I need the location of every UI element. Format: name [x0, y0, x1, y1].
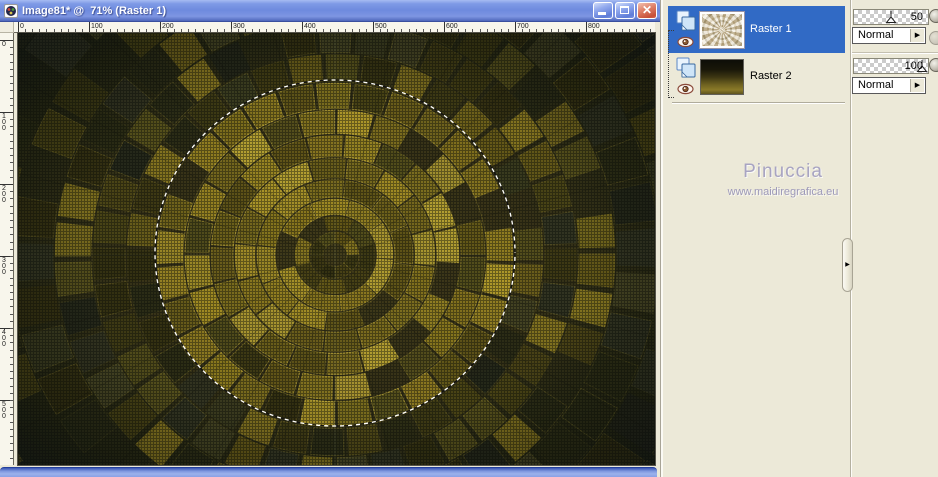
layer-group-bracket [668, 30, 674, 98]
minimize-icon [598, 12, 606, 15]
background-window-titlebar[interactable] [0, 467, 657, 477]
mosaic-artwork [18, 33, 655, 465]
dropdown-arrow-button[interactable]: ▶ [910, 29, 924, 42]
blend-mode-value: Normal [858, 79, 894, 91]
panel-collapse-handle[interactable]: ▶ [842, 238, 853, 292]
vertical-ruler[interactable]: 0100200300400500 [0, 33, 14, 465]
raster-layer-icon [676, 10, 696, 31]
blend-mode-value: Normal [858, 29, 894, 41]
layer-option-icon[interactable] [929, 9, 938, 23]
layer-name: Raster 2 [750, 70, 792, 82]
opacity-value: 100 [904, 60, 923, 72]
chevron-right-icon: ▶ [845, 262, 850, 268]
layer-thumbnail-raster2 [700, 59, 744, 95]
image-window-icon [4, 3, 18, 18]
maximize-icon [620, 6, 629, 14]
arrow-right-icon: ▶ [914, 82, 921, 89]
maximize-button[interactable] [615, 2, 635, 19]
layer-option-icon[interactable] [929, 31, 938, 45]
raster-layer-icon [676, 57, 696, 78]
blend-mode-dropdown-raster1[interactable]: Normal ▶ [852, 27, 926, 44]
layer-name: Raster 1 [750, 23, 792, 35]
controls-separator [852, 52, 938, 53]
layer-icons [676, 55, 698, 99]
layer-row-raster2[interactable]: Raster 2 [668, 53, 845, 100]
layer-visibility-eye-icon[interactable] [677, 83, 694, 95]
blend-mode-dropdown-raster2[interactable]: Normal ▶ [852, 77, 926, 94]
opacity-slider-raster2[interactable]: 100 [853, 58, 929, 74]
layer-row-raster1[interactable]: Raster 1 [668, 6, 845, 53]
close-button[interactable]: ✕ [637, 2, 657, 19]
image-canvas[interactable] [17, 32, 656, 466]
minimize-button[interactable] [593, 2, 613, 19]
dropdown-arrow-button[interactable]: ▶ [910, 79, 924, 92]
panel-edge-highlight [661, 0, 663, 477]
opacity-slider-raster1[interactable]: 50 [853, 9, 929, 25]
image-window-titlebar[interactable]: Image81* @ 71% (Raster 1) ✕ [0, 0, 661, 22]
layer-list-separator [672, 102, 845, 103]
close-icon: ✕ [641, 3, 653, 17]
ruler-corner [0, 22, 14, 33]
opacity-value: 50 [910, 11, 923, 23]
image-window-title: Image81* @ 71% (Raster 1) [22, 4, 167, 17]
opacity-slider-handle[interactable] [885, 10, 897, 24]
app-root: Image81* @ 71% (Raster 1) ✕ 0 100 200 300 40… [0, 0, 938, 477]
layer-icons [676, 8, 698, 52]
layer-visibility-eye-icon[interactable] [677, 36, 694, 48]
layer-thumbnail-raster1 [699, 11, 745, 49]
arrow-right-icon: ▶ [914, 32, 921, 39]
layer-option-icon[interactable] [929, 58, 938, 72]
